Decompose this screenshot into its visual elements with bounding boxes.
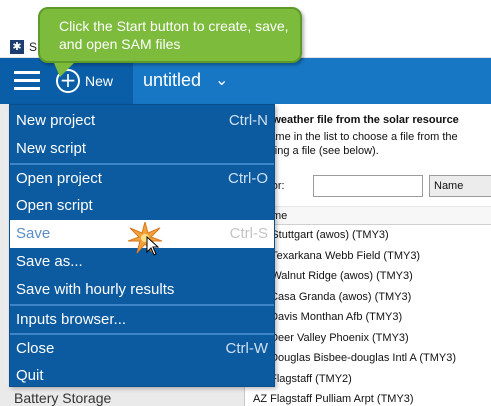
panel-description-line: a name in the list to choose a file from… — [254, 131, 458, 143]
list-item[interactable]: AR Walnut Ridge (awos) (TMY3) — [245, 266, 491, 287]
start-menu-button[interactable] — [14, 71, 40, 91]
search-field-select[interactable]: Name — [429, 175, 491, 197]
menu-item-label: New script — [16, 140, 87, 157]
new-button-label: New — [85, 73, 114, 89]
menu-item-shortcut: Ctrl-W — [225, 340, 268, 357]
location-list-header[interactable]: me — [245, 206, 491, 225]
callout-text: Click the Start button to create, save, … — [59, 18, 289, 52]
callout-pointer — [54, 63, 74, 77]
weather-file-panel: e a weather file from the solar resource… — [245, 104, 491, 406]
menu-item-label: Close — [16, 340, 55, 357]
menu-item-label: Quit — [16, 367, 44, 384]
menu-item-label: Save with hourly results — [16, 281, 175, 298]
document-tab-label: untitled — [143, 70, 202, 90]
menu-item-new-script[interactable]: New script — [10, 135, 274, 163]
hamburger-icon-line — [14, 79, 40, 82]
list-item[interactable]: AZ Davis Monthan Afb (TMY3) — [245, 307, 491, 328]
menu-item-label: Open project — [16, 170, 102, 187]
menu-item-save-with-hourly-results[interactable]: Save with hourly results — [10, 276, 274, 304]
menu-item-label: Save as... — [16, 253, 83, 270]
menu-item-new-project[interactable]: New project Ctrl-N — [10, 107, 274, 135]
list-item[interactable]: AZ Flagstaff Pulliam Arpt (TMY3) — [245, 389, 491, 406]
document-tab-untitled[interactable]: untitled ⌄ — [133, 58, 234, 104]
menu-item-open-script[interactable]: Open script — [10, 192, 274, 220]
list-item[interactable]: AZ Deer Valley Phoenix (TMY3) — [245, 328, 491, 349]
menu-item-label: New project — [16, 112, 96, 129]
window-title: S — [29, 40, 38, 54]
chevron-down-icon[interactable]: ⌄ — [215, 70, 228, 89]
menu-item-shortcut: Ctrl-S — [229, 225, 268, 242]
menu-item-open-project[interactable]: Open project Ctrl-O — [10, 165, 274, 193]
list-item[interactable]: AZ Casa Granda (awos) (TMY3) — [245, 287, 491, 308]
panel-description: a name in the list to choose a file from… — [254, 130, 491, 158]
hamburger-icon — [14, 71, 40, 74]
list-item[interactable]: AZ Douglas Bisbee-douglas Intl A (TMY3) — [245, 348, 491, 369]
menu-item-quit[interactable]: Quit — [10, 362, 274, 390]
instruction-callout: Click the Start button to create, save, … — [38, 7, 302, 77]
menu-item-label: Save — [16, 225, 51, 242]
location-list: AR Stuttgart (awos) (TMY3) AR Texarkana … — [245, 225, 491, 406]
sam-app-icon: ✱ — [10, 40, 24, 54]
menu-item-label: Inputs browser... — [16, 311, 127, 328]
panel-heading: e a weather file from the solar resource — [254, 114, 459, 126]
menu-item-shortcut: Ctrl-N — [228, 112, 268, 129]
list-item[interactable]: AR Texarkana Webb Field (TMY3) — [245, 246, 491, 267]
sidebar-item-battery-storage[interactable]: Battery Storage — [14, 390, 111, 406]
hamburger-icon-line — [14, 87, 40, 90]
menu-item-inputs-browser[interactable]: Inputs browser... — [10, 306, 274, 334]
mouse-pointer-icon — [146, 236, 160, 256]
list-item[interactable]: AZ Flagstaff (TMY2) — [245, 369, 491, 390]
search-input[interactable] — [313, 175, 423, 197]
menu-item-close[interactable]: Close Ctrl-W — [10, 335, 274, 363]
list-item[interactable]: AR Stuttgart (awos) (TMY3) — [245, 225, 491, 246]
menu-item-shortcut: Ctrl-O — [228, 170, 268, 187]
menu-item-label: Open script — [16, 197, 93, 214]
search-field-select-value: Name — [434, 180, 464, 192]
panel-description-line: loading a file (see below). — [254, 145, 379, 157]
